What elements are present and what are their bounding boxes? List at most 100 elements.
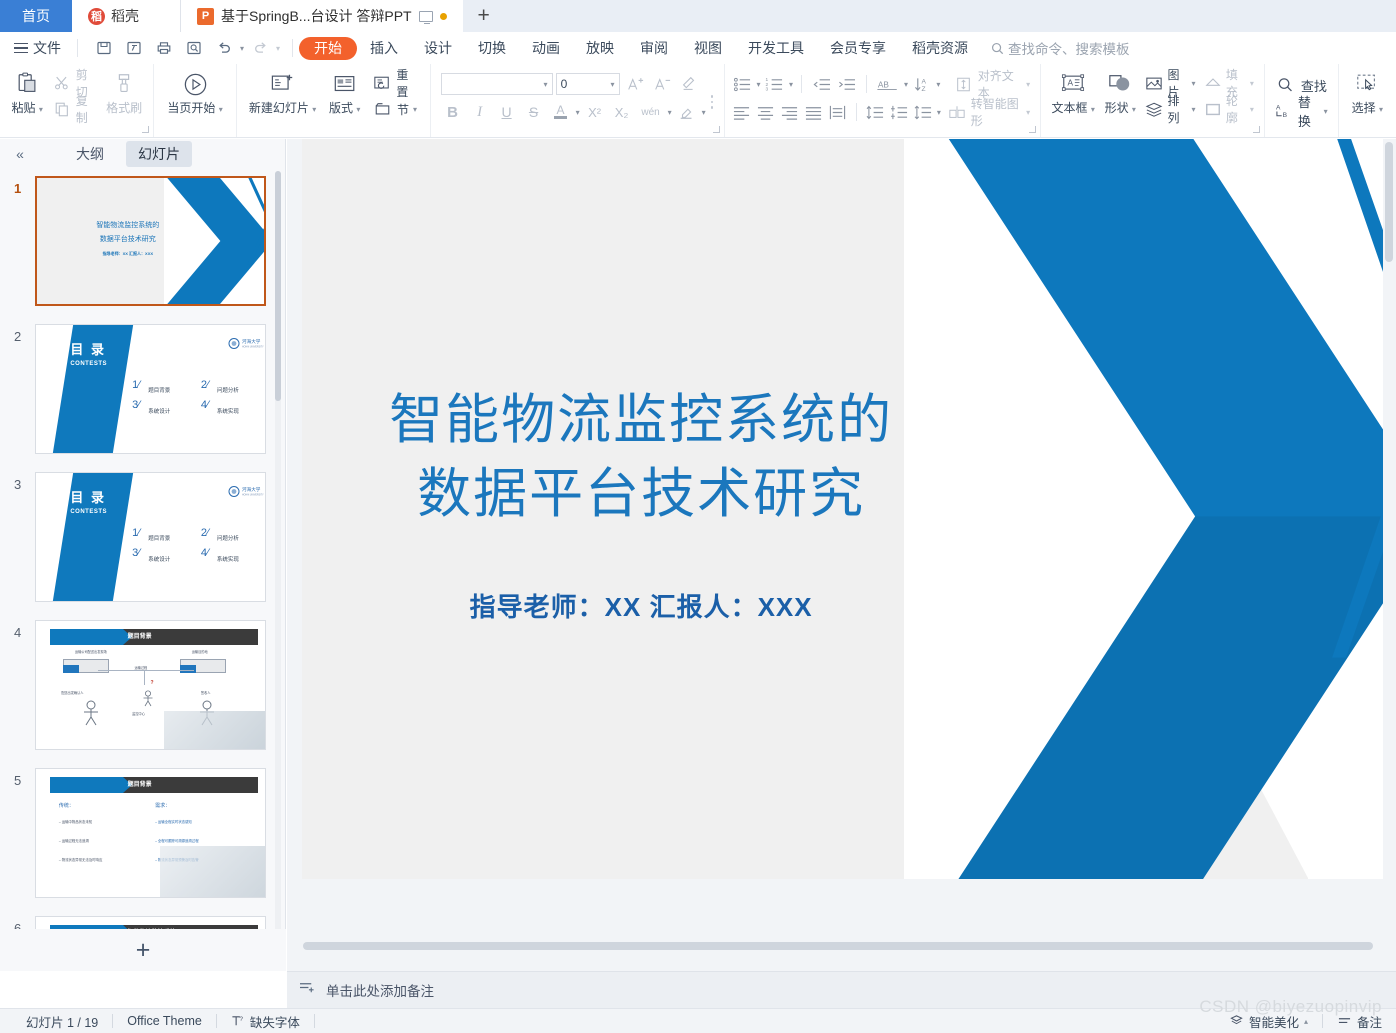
thumbnail-scrollbar-thumb[interactable] (275, 171, 281, 401)
status-notes-toggle[interactable]: 备注 (1323, 1012, 1396, 1031)
sort-caret-icon[interactable]: ▾ (936, 80, 940, 89)
file-menu-button[interactable]: 文件 (0, 35, 71, 61)
customize-qat-caret-icon[interactable]: ▾ (276, 44, 280, 53)
ribbon-tab-view[interactable]: 视图 (681, 35, 735, 61)
increase-indent-button[interactable] (835, 72, 857, 96)
notes-pane[interactable]: 单击此处添加备注 (287, 971, 1396, 1008)
canvas-hscrollbar-thumb[interactable] (303, 942, 1373, 950)
outline-button[interactable]: 轮廓 ▾ (1199, 94, 1257, 125)
select-button[interactable]: 选择 ▾ (1345, 67, 1390, 116)
font-size-caret-icon[interactable]: ▾ (611, 80, 615, 89)
ribbon-tab-member[interactable]: 会员专享 (817, 35, 899, 61)
new-slide-button[interactable]: 新建幻灯片 ▾ (243, 67, 323, 116)
italic-button[interactable]: I (468, 100, 492, 124)
status-missing-font[interactable]: ? 缺失字体 (217, 1012, 314, 1031)
slide-thumbnail-item[interactable]: 3 目 录 CONTESTS 河海大学 HOHAI UNIVERSITY 1⁄ 题… (0, 467, 286, 615)
slide-thumbnail-1[interactable]: 智能物流监控系统的 数据平台技术研究 指导老师：XX 汇报人：XXX (35, 176, 266, 306)
font-size-input[interactable]: 0 ▾ (555, 73, 620, 95)
ribbon-tab-start[interactable]: 开始 (299, 36, 358, 60)
phonetic-guide-button[interactable]: wén (637, 100, 665, 124)
paragraph-spacing-button[interactable] (889, 100, 910, 124)
font-name-input[interactable]: ▾ (440, 73, 553, 95)
arrange-button[interactable]: 排列 ▾ (1141, 94, 1199, 125)
strikethrough-button[interactable]: S (522, 100, 546, 124)
font-dialog-launcher[interactable] (713, 126, 721, 133)
status-theme[interactable]: Office Theme (113, 1014, 216, 1028)
superscript-button[interactable]: X² (583, 100, 607, 124)
redo-icon[interactable] (246, 35, 274, 61)
grow-font-button[interactable] (623, 72, 647, 96)
clear-format-button[interactable] (677, 72, 701, 96)
text-highlight-button[interactable] (675, 100, 699, 124)
bold-button[interactable]: B (441, 100, 465, 124)
clipboard-dialog-launcher[interactable] (142, 126, 150, 133)
ribbon-tab-review[interactable]: 审阅 (627, 35, 681, 61)
align-left-button[interactable] (731, 100, 752, 124)
beautify-caret-icon[interactable]: ▴ (1304, 1017, 1308, 1026)
paste-button[interactable]: 粘贴 ▾ (6, 67, 48, 116)
layout-button[interactable]: 版式 ▾ (322, 67, 367, 116)
tab-document[interactable]: P 基于SpringB...台设计 答辩PPT (180, 0, 463, 32)
textbox-button[interactable]: A 文本框 ▾ (1047, 67, 1099, 116)
line-spacing-button[interactable] (865, 100, 886, 124)
command-search[interactable]: 查找命令、搜索模板 (991, 38, 1130, 58)
ribbon-tab-resources[interactable]: 稻壳资源 (899, 35, 981, 61)
present-screen-icon[interactable] (418, 10, 433, 24)
subscript-button[interactable]: X₂ (610, 100, 634, 124)
ribbon-tab-slideshow[interactable]: 放映 (573, 35, 627, 61)
canvas-vscrollbar-thumb[interactable] (1385, 142, 1393, 262)
slide-thumbnail-2[interactable]: 目 录 CONTESTS 河海大学 HOHAI UNIVERSITY 1⁄ 题目背… (35, 324, 266, 454)
paragraph-dialog-launcher[interactable] (1029, 126, 1037, 133)
bullets-button[interactable] (731, 72, 753, 96)
new-tab-button[interactable]: + (463, 0, 505, 32)
distribute-button[interactable] (827, 100, 848, 124)
fill-caret-icon[interactable]: ▾ (1250, 79, 1254, 88)
picture-caret-icon[interactable]: ▾ (1191, 79, 1195, 88)
copy-button[interactable]: 复制 (48, 94, 100, 125)
spacing-options-button[interactable] (913, 100, 934, 124)
font-color-button[interactable]: A (549, 100, 573, 124)
undo-icon[interactable] (210, 35, 238, 61)
slide-thumbnail-item[interactable]: 2 目 录 CONTESTS 河海大学 HOHAI UNIVERSITY 1⁄ 题… (0, 319, 286, 467)
play-from-current-button[interactable]: 当页开始 ▾ (160, 67, 229, 116)
ribbon-tab-transition[interactable]: 切换 (465, 35, 519, 61)
save-icon[interactable] (90, 35, 118, 61)
tab-daoke[interactable]: 稻 稻壳 (72, 0, 180, 32)
save-as-icon[interactable] (120, 35, 148, 61)
align-right-button[interactable] (779, 100, 800, 124)
spacing-caret-icon[interactable]: ▾ (937, 108, 941, 117)
current-slide[interactable]: 智能物流监控系统的 数据平台技术研究 指导老师：XX 汇报人：XXX (302, 139, 1396, 879)
phonetic-caret-icon[interactable]: ▾ (668, 108, 672, 117)
add-slide-button[interactable]: + (0, 929, 286, 971)
replace-caret-icon[interactable]: ▾ (1324, 107, 1328, 116)
reset-button[interactable]: 重置 (367, 68, 424, 99)
slide-thumbnail-item[interactable]: 5 题目背景 传统： 需求： – 运输中物品状态未知 – 运输过程无法追溯 – … (0, 763, 286, 911)
ribbon-tab-developer[interactable]: 开发工具 (735, 35, 817, 61)
slide-thumbnail-4[interactable]: 题目背景 ? 运输公司配送出发现场 运输目的地 运输过程 配送出发确认人 监控中… (35, 620, 266, 750)
slide-thumbnail-3[interactable]: 目 录 CONTESTS 河海大学 HOHAI UNIVERSITY 1⁄ 题目背… (35, 472, 266, 602)
align-center-button[interactable] (755, 100, 776, 124)
text-direction-caret-icon[interactable]: ▾ (904, 80, 908, 89)
smartart-caret-icon[interactable]: ▾ (1026, 108, 1030, 117)
underline-button[interactable]: U (495, 100, 519, 124)
decrease-indent-button[interactable] (810, 72, 832, 96)
shape-button[interactable]: 形状 ▾ (1099, 67, 1141, 116)
slide-thumbnail-item[interactable]: 4 题目背景 ? 运输公司配送出发现场 运输目的地 运输过程 配送出发确认人 监… (0, 615, 286, 763)
insert-dialog-launcher[interactable] (1252, 126, 1260, 133)
ribbon-tab-design[interactable]: 设计 (411, 35, 465, 61)
text-direction-button[interactable]: AB (875, 72, 901, 96)
font-name-caret-icon[interactable]: ▾ (544, 80, 548, 89)
sort-button[interactable]: AZ (911, 72, 933, 96)
print-icon[interactable] (150, 35, 178, 61)
format-painter-button[interactable]: 格式刷 (101, 67, 148, 116)
replace-button[interactable]: AB 替换 ▾ (1271, 95, 1332, 129)
align-text-caret-icon[interactable]: ▾ (1026, 80, 1030, 89)
outline-caret-icon[interactable]: ▾ (1250, 105, 1254, 114)
undo-dropdown-caret-icon[interactable]: ▾ (240, 44, 244, 53)
ribbon-tab-animation[interactable]: 动画 (519, 35, 573, 61)
slide-title[interactable]: 智能物流监控系统的 数据平台技术研究 (302, 383, 980, 530)
tab-outline[interactable]: 大纲 (64, 141, 116, 167)
numbering-button[interactable]: 123 (764, 72, 786, 96)
status-beautify[interactable]: 智能美化 ▴ (1215, 1012, 1322, 1031)
slide-thumbnail-list[interactable]: 1 智能物流监控系统的 数据平台技术研究 指导老师：XX 汇报人：XXX 2 目… (0, 171, 286, 963)
